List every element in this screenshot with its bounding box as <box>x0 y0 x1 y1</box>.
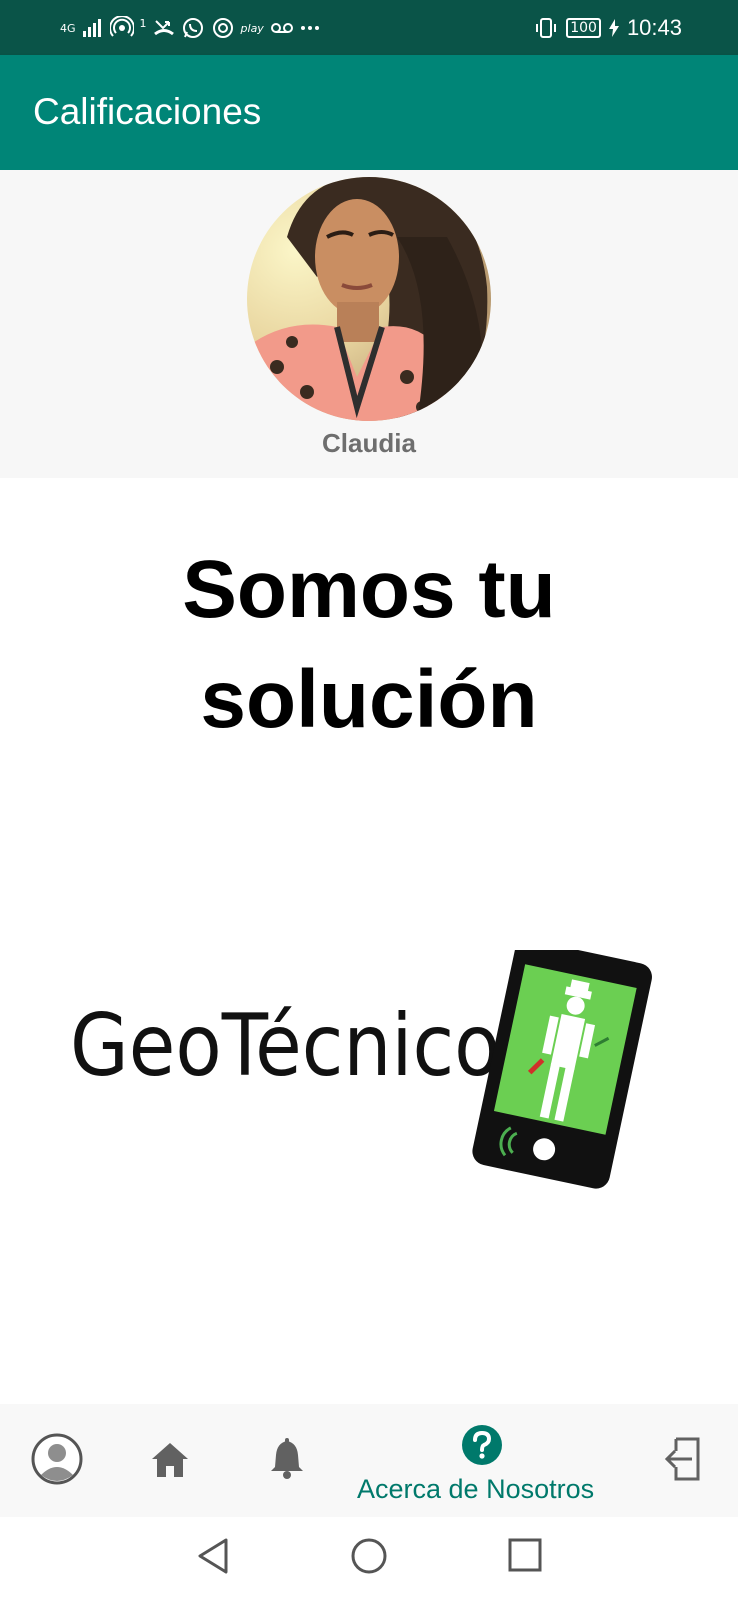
recents-square-icon <box>508 1538 542 1572</box>
nav-item-profile[interactable] <box>30 1432 84 1486</box>
hero-line-1: Somos tu <box>182 544 556 635</box>
whatsapp-icon <box>182 18 203 38</box>
logout-icon <box>664 1437 700 1481</box>
nav-label-about: Acerca de Nosotros <box>357 1474 595 1504</box>
vibrate-icon <box>536 18 557 38</box>
more-notifications-icon <box>300 26 319 30</box>
user-name: Claudia <box>322 428 416 458</box>
avatar[interactable] <box>247 177 491 421</box>
logo-text: GeoTécnicos <box>70 996 540 1096</box>
back-triangle-icon <box>198 1538 228 1574</box>
nav-item-logout[interactable] <box>660 1436 704 1482</box>
system-recents-button[interactable] <box>507 1537 543 1578</box>
status-bar: 4G 1 play 100 10:43 <box>0 0 738 55</box>
battery-indicator: 100 <box>566 18 601 38</box>
system-home-button[interactable] <box>350 1537 388 1580</box>
play-label: play <box>240 21 264 35</box>
hero-line-2: solución <box>200 654 538 745</box>
hero-heading: Somos tu solución <box>0 535 738 755</box>
bottom-navigation: Acerca de Nosotros <box>0 1404 738 1517</box>
status-time: 10:43 <box>626 15 682 40</box>
geotecnicos-logo: GeoTécnicos <box>60 939 660 1210</box>
system-back-button[interactable] <box>196 1537 230 1580</box>
network-type: 4G <box>60 21 76 35</box>
nav-item-notifications[interactable] <box>265 1436 309 1482</box>
home-icon <box>152 1443 188 1477</box>
battery-level: 100 <box>570 20 597 36</box>
home-circle-icon <box>351 1538 387 1574</box>
account-circle-icon <box>31 1433 83 1485</box>
help-circle-icon <box>462 1425 502 1465</box>
wifi-hotspot-icon <box>212 18 233 38</box>
signal-icon <box>82 19 101 37</box>
system-navigation-bar <box>0 1517 738 1600</box>
nav-item-home[interactable] <box>148 1438 192 1482</box>
page-title: Calificaciones <box>33 91 262 132</box>
profile-header: Claudia <box>0 170 738 478</box>
bell-icon <box>271 1438 303 1479</box>
voicemail-icon <box>270 23 293 33</box>
missed-call-icon <box>153 20 174 36</box>
hotspot-icon <box>109 16 134 37</box>
charging-icon <box>608 19 619 37</box>
app-bar: Calificaciones <box>0 55 738 170</box>
notification-count: 1 <box>139 16 147 30</box>
